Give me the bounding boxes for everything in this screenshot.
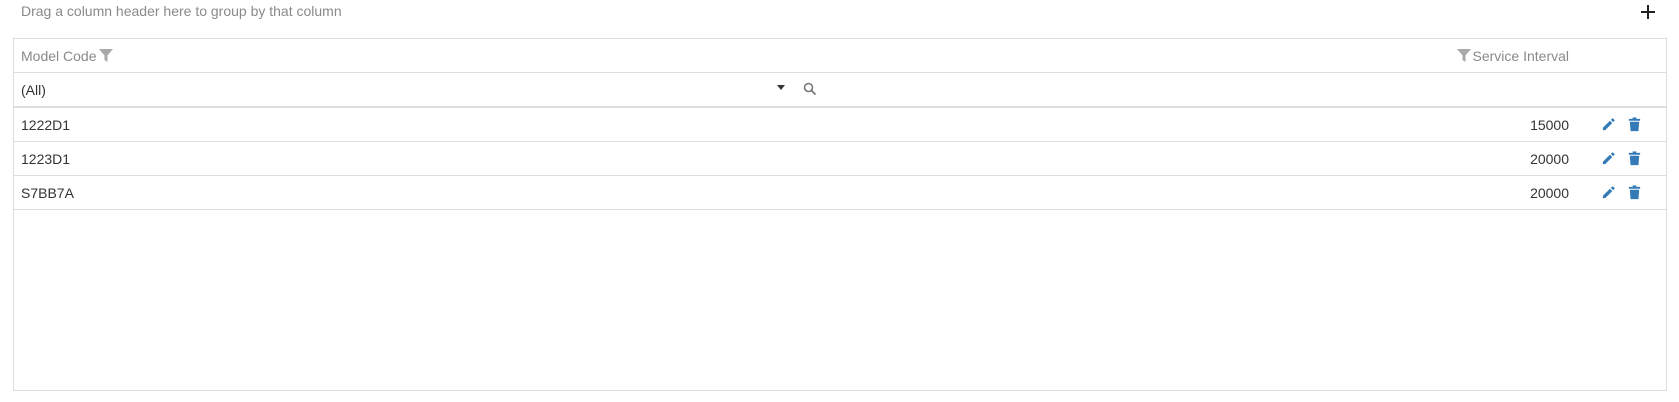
plus-icon [1641, 5, 1655, 19]
filter-icon[interactable] [1456, 49, 1471, 63]
group-panel-hint: Drag a column header here to group by th… [21, 3, 342, 19]
model-code-cell: S7BB7A [21, 185, 74, 201]
edit-icon[interactable] [1601, 117, 1616, 132]
trash-icon[interactable] [1627, 185, 1642, 200]
trash-icon[interactable] [1627, 151, 1642, 166]
service-interval-cell: 15000 [1530, 117, 1569, 133]
column-header-service-interval[interactable]: Service Interval [1455, 47, 1569, 65]
service-interval-cell: 20000 [1530, 185, 1569, 201]
search-icon[interactable] [802, 81, 818, 97]
chevron-down-icon[interactable] [777, 85, 785, 90]
data-grid: Model Code Service Interval (All) 1222D1… [13, 38, 1667, 391]
edit-icon[interactable] [1601, 185, 1616, 200]
table-row[interactable]: 1223D1 20000 [14, 142, 1666, 176]
edit-icon[interactable] [1601, 151, 1616, 166]
table-row[interactable]: S7BB7A 20000 [14, 176, 1666, 210]
header-row: Model Code Service Interval [14, 39, 1666, 73]
service-interval-cell: 20000 [1530, 151, 1569, 167]
filter-icon[interactable] [98, 49, 113, 63]
model-code-filter-select[interactable]: (All) [21, 81, 46, 99]
model-code-cell: 1222D1 [21, 117, 71, 133]
trash-icon[interactable] [1627, 117, 1642, 132]
column-header-label: Model Code [21, 48, 97, 64]
add-row-button[interactable] [1636, 0, 1660, 24]
column-header-model-code[interactable]: Model Code [21, 47, 115, 65]
column-header-label: Service Interval [1472, 48, 1569, 64]
model-code-cell: 1223D1 [21, 151, 71, 167]
table-row[interactable]: 1222D1 15000 [14, 108, 1666, 142]
filter-row: (All) [14, 73, 1666, 108]
group-panel[interactable]: Drag a column header here to group by th… [0, 0, 1679, 38]
